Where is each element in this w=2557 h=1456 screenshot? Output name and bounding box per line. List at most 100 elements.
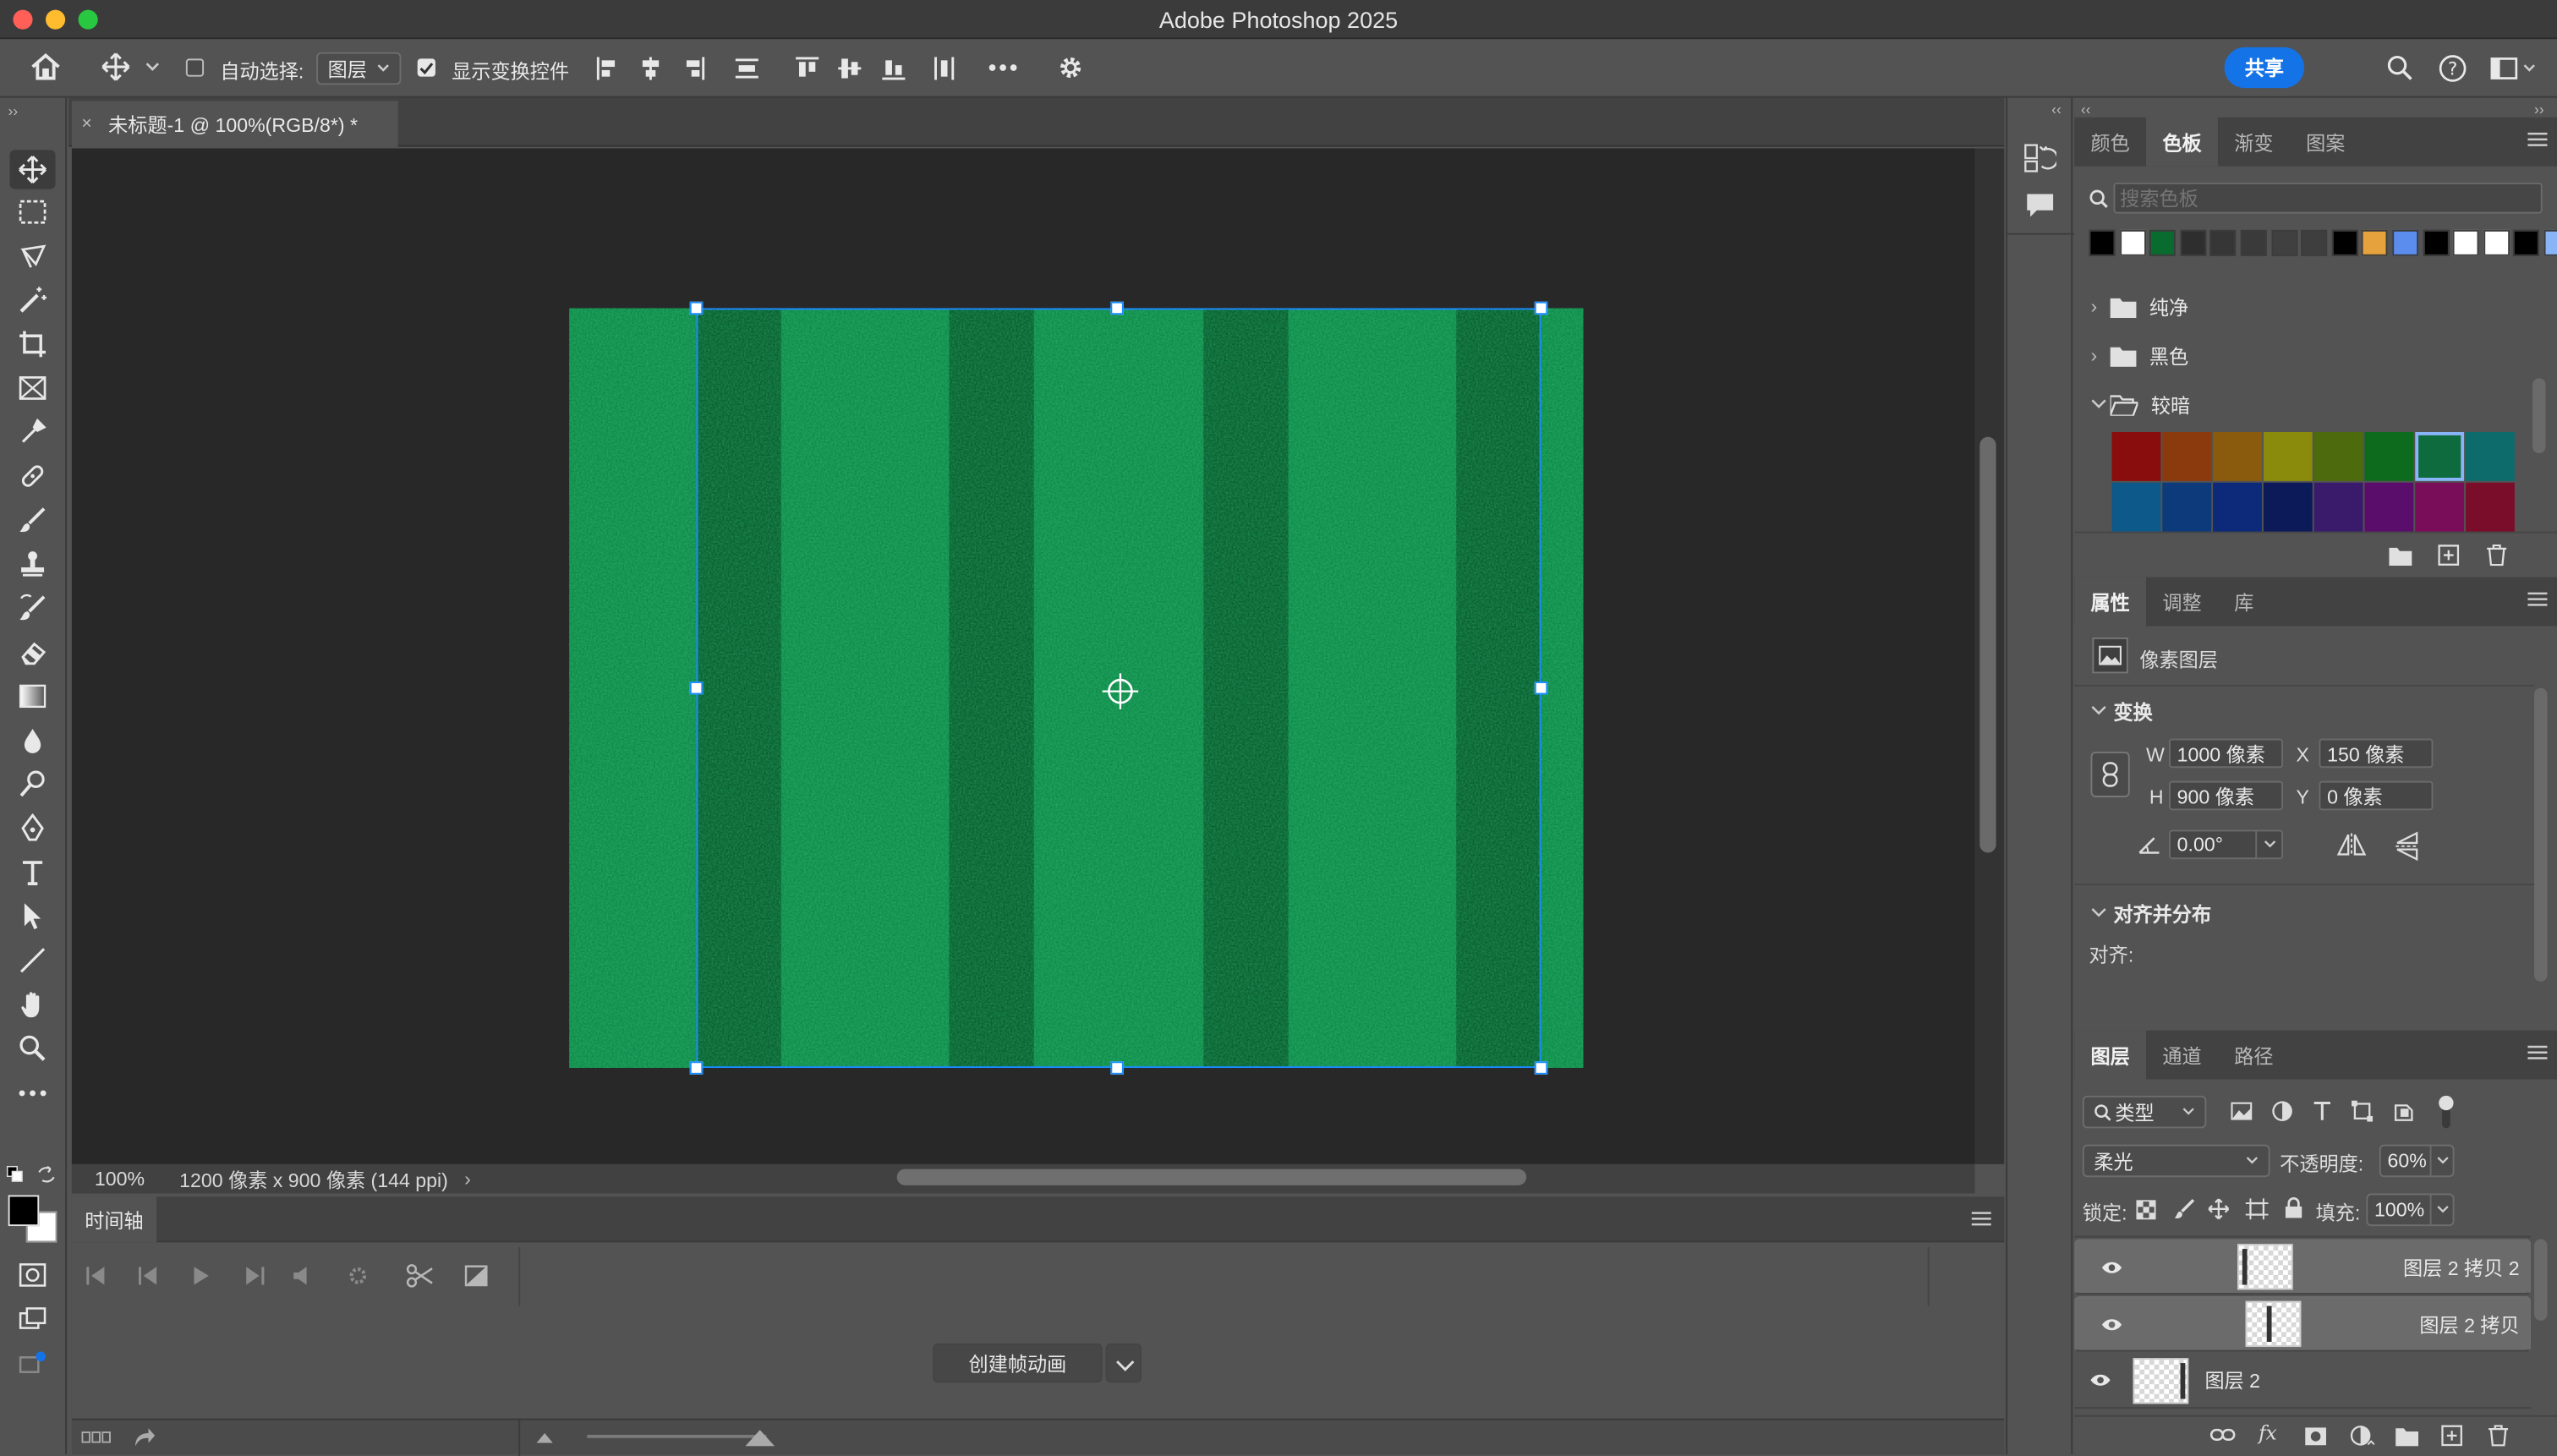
- lock-all-icon[interactable]: [2285, 1196, 2302, 1218]
- link-layers-icon[interactable]: [2209, 1426, 2236, 1442]
- tab-properties[interactable]: 属性: [2074, 577, 2147, 627]
- home-icon[interactable]: [30, 52, 63, 82]
- render-video-icon[interactable]: [134, 1428, 156, 1448]
- layers-scroll-thumb[interactable]: [2534, 1239, 2548, 1321]
- transform-handle-bottom-left[interactable]: [689, 1061, 704, 1075]
- type-tool-button[interactable]: [10, 853, 56, 892]
- reference-point-icon[interactable]: [1101, 671, 1140, 710]
- gear-icon[interactable]: [1057, 54, 1085, 82]
- width-field[interactable]: 1000 像素: [2169, 738, 2284, 769]
- panel-menu-icon[interactable]: [2527, 1045, 2548, 1059]
- recent-color-swatch[interactable]: [2180, 229, 2207, 256]
- darker-color-swatch[interactable]: [2466, 482, 2515, 532]
- darker-color-swatch[interactable]: [2213, 482, 2262, 532]
- eye-icon[interactable]: [2074, 1373, 2127, 1388]
- rectangular-marquee-tool-button[interactable]: [10, 193, 56, 232]
- align-right-edges-icon[interactable]: [683, 56, 706, 82]
- trash-icon[interactable]: [2489, 1425, 2509, 1447]
- darker-color-swatch[interactable]: [2111, 431, 2161, 481]
- darker-color-swatch[interactable]: [2364, 482, 2414, 532]
- recent-color-swatch[interactable]: [2513, 229, 2540, 256]
- recent-color-swatch[interactable]: [2392, 229, 2419, 256]
- previous-frame-icon[interactable]: [138, 1267, 158, 1285]
- swatch-group-pure[interactable]: › 纯净: [2090, 284, 2531, 330]
- add-mask-icon[interactable]: [2304, 1426, 2327, 1446]
- flip-vertical-icon[interactable]: [2395, 831, 2419, 862]
- create-frame-animation-button[interactable]: 创建帧动画: [933, 1343, 1103, 1383]
- document-tab[interactable]: × 未标题-1 @ 100%(RGB/8*) *: [71, 101, 398, 147]
- distribute-horizontal-icon[interactable]: [931, 56, 957, 82]
- tab-paths[interactable]: 路径: [2218, 1031, 2290, 1080]
- search-icon[interactable]: [2386, 54, 2414, 82]
- panel-menu-icon[interactable]: [2527, 592, 2548, 606]
- zoom-in-timeline-icon[interactable]: [745, 1430, 775, 1447]
- opacity-field[interactable]: 60%: [2379, 1144, 2455, 1178]
- darker-color-swatch[interactable]: [2263, 431, 2313, 481]
- eraser-tool-button[interactable]: [10, 632, 56, 671]
- edit-toolbar-icon[interactable]: [10, 1073, 56, 1112]
- tab-swatches[interactable]: 色板: [2146, 117, 2218, 167]
- line-tool-button[interactable]: [10, 941, 56, 980]
- eye-icon[interactable]: [2086, 1316, 2138, 1331]
- filter-smart-object-icon[interactable]: [2394, 1101, 2413, 1122]
- darker-color-swatch[interactable]: [2162, 482, 2212, 532]
- align-left-edges-icon[interactable]: [595, 56, 618, 82]
- horizontal-scroll-thumb[interactable]: [896, 1169, 1527, 1185]
- chevron-down-icon[interactable]: [2429, 1195, 2450, 1225]
- scissors-icon[interactable]: [406, 1263, 434, 1288]
- expand-dock-icon[interactable]: ‹‹: [2081, 101, 2091, 118]
- tab-patterns[interactable]: 图案: [2290, 118, 2362, 167]
- recent-color-swatch[interactable]: [2270, 229, 2297, 256]
- tab-color[interactable]: 颜色: [2074, 118, 2146, 167]
- properties-scroll-thumb[interactable]: [2534, 687, 2548, 982]
- trash-icon[interactable]: [2487, 545, 2507, 567]
- collapse-dock-icon[interactable]: ››: [2534, 101, 2544, 118]
- recent-color-swatch[interactable]: [2089, 229, 2116, 256]
- tool-preset-chevron-icon[interactable]: [145, 62, 160, 72]
- animation-type-dropdown[interactable]: [1105, 1343, 1142, 1383]
- zoom-out-timeline-icon[interactable]: [536, 1432, 553, 1443]
- filter-shape-icon[interactable]: [2352, 1100, 2374, 1122]
- darker-color-swatch[interactable]: [2415, 431, 2465, 481]
- align-vertical-centers-icon[interactable]: [836, 56, 862, 82]
- search-swatches-input[interactable]: [2113, 182, 2543, 214]
- swatch-group-black[interactable]: › 黑色: [2090, 332, 2531, 378]
- angle-field[interactable]: 0.00°: [2169, 829, 2284, 860]
- layer-row-copy-2[interactable]: 图层 2 拷贝 2: [2074, 1239, 2532, 1295]
- x-field[interactable]: 150 像素: [2319, 738, 2434, 769]
- darker-color-swatch[interactable]: [2263, 482, 2313, 532]
- show-transform-checkbox[interactable]: [417, 58, 435, 77]
- darker-color-swatch[interactable]: [2364, 431, 2414, 481]
- fill-field[interactable]: 100%: [2366, 1193, 2455, 1227]
- new-group-folder-icon[interactable]: [2389, 546, 2412, 567]
- darker-color-swatch[interactable]: [2313, 431, 2363, 481]
- zoom-tool-button[interactable]: [10, 1029, 56, 1068]
- move-tool-button[interactable]: [9, 150, 56, 189]
- panel-menu-icon[interactable]: [1971, 1212, 1991, 1226]
- play-icon[interactable]: [193, 1267, 211, 1285]
- layer-row-2[interactable]: 图层 2: [2074, 1353, 2532, 1409]
- chevron-down-icon[interactable]: [2429, 1146, 2450, 1176]
- frame-tool-button[interactable]: [10, 369, 56, 408]
- hand-tool-button[interactable]: [10, 985, 56, 1024]
- swatches-scroll-thumb[interactable]: [2532, 378, 2546, 454]
- align-bottom-edges-icon[interactable]: [880, 56, 906, 82]
- share-button[interactable]: 共享: [2224, 47, 2305, 89]
- tab-channels[interactable]: 通道: [2146, 1031, 2218, 1080]
- share-for-review-icon[interactable]: [10, 1344, 56, 1382]
- recent-color-swatch[interactable]: [2362, 229, 2389, 256]
- vertical-scroll-thumb[interactable]: [1979, 436, 1996, 853]
- tab-gradients[interactable]: 渐变: [2218, 118, 2290, 167]
- move-tool-icon[interactable]: [101, 52, 131, 82]
- healing-brush-tool-button[interactable]: [10, 457, 56, 495]
- filter-toggle-icon[interactable]: [2436, 1094, 2456, 1130]
- clone-stamp-tool-button[interactable]: [10, 545, 56, 583]
- layer-style-fx-icon[interactable]: fx: [2259, 1421, 2277, 1444]
- eye-icon[interactable]: [2086, 1260, 2138, 1274]
- lock-transparent-pixels-icon[interactable]: [2136, 1200, 2156, 1220]
- tab-libraries[interactable]: 库: [2218, 577, 2270, 627]
- recent-color-swatch[interactable]: [2301, 229, 2328, 256]
- darker-color-swatch[interactable]: [2313, 482, 2363, 532]
- recent-color-swatch[interactable]: [2423, 229, 2449, 256]
- chevron-right-icon[interactable]: ›: [464, 1168, 471, 1191]
